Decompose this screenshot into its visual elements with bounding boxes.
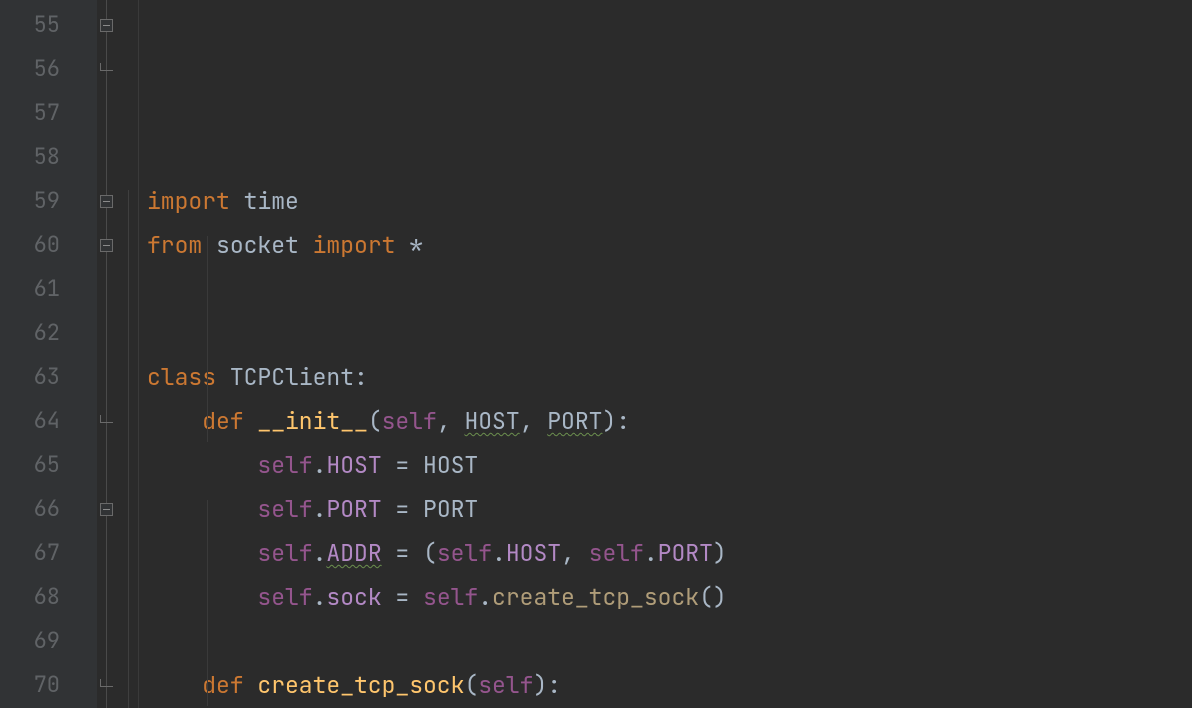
code-token: =	[382, 494, 423, 524]
code-editor[interactable]: 55565758596061626364656667686970 import …	[0, 0, 1192, 708]
code-token: self	[437, 538, 492, 568]
code-token: ):	[602, 406, 630, 436]
code-token: PORT	[326, 494, 381, 524]
code-token: from	[147, 230, 216, 260]
code-token: TCPClient	[230, 362, 354, 392]
code-token: PORT	[658, 538, 713, 568]
fold-end-icon	[100, 679, 113, 687]
code-token: import	[147, 186, 244, 216]
code-token: self	[257, 494, 312, 524]
code-token: HOST	[506, 538, 561, 568]
code-token: PORT	[547, 406, 602, 436]
code-line[interactable]: self.HOST = HOST	[147, 443, 1192, 487]
code-token: = (	[382, 538, 437, 568]
line-number-gutter: 55565758596061626364656667686970	[0, 0, 97, 708]
fold-toggle-icon[interactable]	[100, 503, 113, 516]
line-number: 66	[0, 487, 97, 531]
code-token: .	[313, 538, 327, 568]
code-token: (	[464, 670, 478, 700]
line-number: 59	[0, 179, 97, 223]
code-line[interactable]: def create_tcp_sock(self):	[147, 663, 1192, 707]
code-token: ):	[533, 670, 561, 700]
code-token: .	[313, 450, 327, 480]
line-number: 69	[0, 619, 97, 663]
code-token: .	[313, 494, 327, 524]
code-line[interactable]: self.sock = self.create_tcp_sock()	[147, 575, 1192, 619]
fold-column[interactable]	[97, 0, 139, 708]
line-number: 55	[0, 3, 97, 47]
code-token: .	[313, 582, 327, 612]
code-token: class	[147, 362, 230, 392]
code-token: create_tcp_sock	[257, 670, 464, 700]
code-token: ,	[561, 538, 589, 568]
code-line[interactable]	[147, 267, 1192, 311]
code-token: import	[313, 230, 410, 260]
fold-toggle-icon[interactable]	[100, 195, 113, 208]
code-token: .	[492, 538, 506, 568]
code-token: socket	[216, 230, 313, 260]
indent-guide	[207, 236, 208, 442]
code-token: :	[354, 362, 368, 392]
code-token: __init__	[257, 406, 367, 436]
code-token: HOST	[423, 450, 478, 480]
code-token: sock	[326, 582, 381, 612]
line-number: 70	[0, 663, 97, 707]
code-token: (	[368, 406, 382, 436]
code-token: self	[382, 406, 437, 436]
code-token: def	[202, 406, 257, 436]
line-number: 62	[0, 311, 97, 355]
code-token: create_tcp_sock	[492, 582, 699, 612]
fold-toggle-icon[interactable]	[100, 239, 113, 252]
code-area[interactable]: import timefrom socket import *class TCP…	[139, 0, 1192, 708]
line-number: 65	[0, 443, 97, 487]
line-number: 63	[0, 355, 97, 399]
code-token: *	[409, 230, 423, 260]
code-token: self	[257, 450, 312, 480]
line-number: 68	[0, 575, 97, 619]
code-token: self	[257, 582, 312, 612]
fold-end-icon	[100, 63, 113, 71]
code-line[interactable]: self.PORT = PORT	[147, 487, 1192, 531]
line-number: 64	[0, 399, 97, 443]
code-token: def	[202, 670, 257, 700]
code-token: =	[382, 450, 423, 480]
line-number: 57	[0, 91, 97, 135]
line-number: 56	[0, 47, 97, 91]
fold-guide-line	[106, 0, 107, 708]
line-number: 67	[0, 531, 97, 575]
code-line[interactable]: class TCPClient:	[147, 355, 1192, 399]
code-token: self	[478, 670, 533, 700]
line-number: 58	[0, 135, 97, 179]
code-line[interactable]	[147, 311, 1192, 355]
code-token: .	[478, 582, 492, 612]
code-token: HOST	[326, 450, 381, 480]
code-token: .	[644, 538, 658, 568]
indent-guide-fold	[128, 190, 129, 708]
line-number: 61	[0, 267, 97, 311]
code-token: time	[244, 186, 299, 216]
fold-end-icon	[100, 415, 113, 423]
code-token: self	[589, 538, 644, 568]
code-line[interactable]	[147, 619, 1192, 663]
code-token: ADDR	[326, 538, 381, 568]
code-token: self	[423, 582, 478, 612]
fold-toggle-icon[interactable]	[100, 19, 113, 32]
code-line[interactable]: self.ADDR = (self.HOST, self.PORT)	[147, 531, 1192, 575]
code-token: =	[382, 582, 423, 612]
code-token: ,	[437, 406, 465, 436]
code-token: HOST	[464, 406, 519, 436]
code-token: )	[713, 538, 727, 568]
code-line[interactable]: from socket import *	[147, 223, 1192, 267]
code-token: ()	[699, 582, 727, 612]
code-token: PORT	[423, 494, 478, 524]
code-line[interactable]: def __init__(self, HOST, PORT):	[147, 399, 1192, 443]
indent-guide	[207, 500, 208, 706]
line-number: 60	[0, 223, 97, 267]
code-line[interactable]: import time	[147, 179, 1192, 223]
code-token: ,	[520, 406, 548, 436]
code-token: self	[257, 538, 312, 568]
